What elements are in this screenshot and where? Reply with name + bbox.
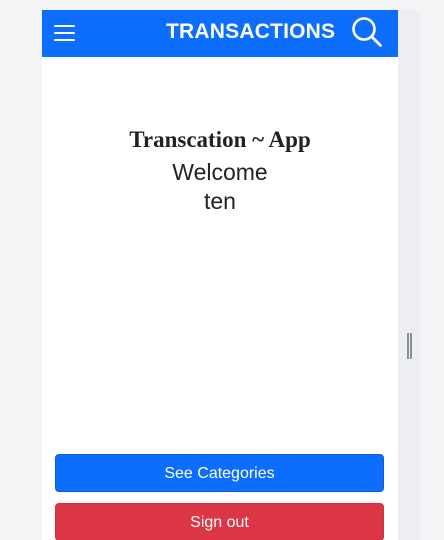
search-icon[interactable] (350, 15, 384, 49)
top-navbar: TRANSACTIONS (42, 10, 398, 57)
mobile-viewport: TRANSACTIONS Transcation ~ App Welcome t… (42, 10, 398, 540)
hamburger-menu-icon[interactable] (53, 21, 77, 45)
username-text: ten (204, 188, 236, 214)
main-content: Transcation ~ App Welcome ten See Catego… (42, 57, 398, 540)
page-background: TRANSACTIONS Transcation ~ App Welcome t… (0, 0, 444, 540)
window-gutter (398, 10, 420, 540)
app-heading: Transcation ~ App (129, 127, 311, 152)
page-title: TRANSACTIONS (166, 20, 336, 43)
sign-out-button[interactable]: Sign out (55, 503, 384, 540)
resize-grip-line (407, 333, 409, 359)
welcome-text: Welcome (172, 159, 268, 185)
menu-line (54, 39, 75, 41)
resize-grip-line (410, 333, 412, 359)
resize-handle[interactable] (406, 333, 412, 359)
menu-line (54, 25, 75, 27)
menu-line (54, 32, 75, 34)
see-categories-button[interactable]: See Categories (55, 454, 384, 492)
search-icon-graphic (352, 17, 382, 47)
